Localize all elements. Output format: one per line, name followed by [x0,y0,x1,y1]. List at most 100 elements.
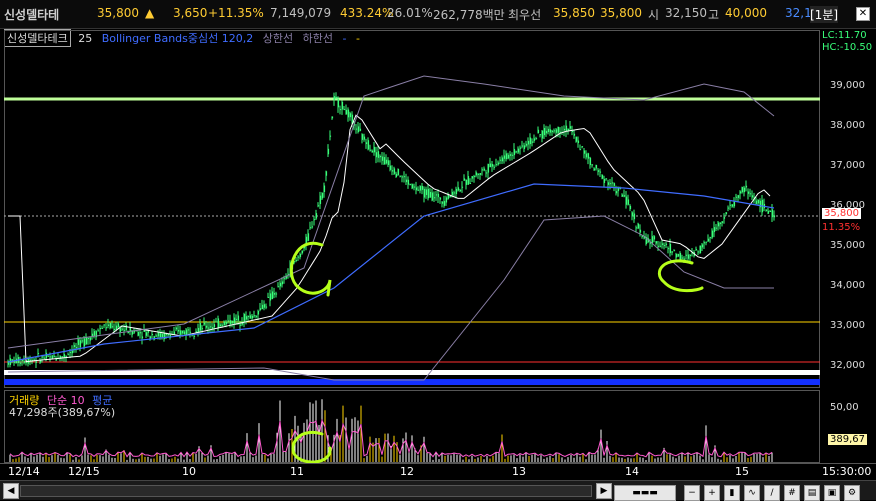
candle-body [139,332,142,334]
price-chart-pane[interactable] [4,30,820,388]
candle-body [587,153,590,159]
candle-body [523,145,526,149]
candle-body [717,222,720,227]
candle-body [119,328,122,333]
volume: 7,149,079 [270,6,332,20]
x-tick: 12/14 [8,465,40,478]
candle-body [737,195,740,198]
candle-body [159,333,162,338]
candle-body [733,201,736,207]
volume-pane[interactable]: 거래량 단순 10 평균 47,298주(389,67%) [4,390,820,463]
candle-body [731,204,734,207]
volume-chart-canvas[interactable] [4,390,820,463]
candle-body [451,191,454,196]
candle-body [77,339,80,345]
candle-body [67,354,70,356]
candle-body [313,219,316,221]
candle-body [299,253,302,258]
candle-body [215,321,218,323]
candle-body [193,335,196,337]
candle-body [531,141,534,143]
chart-toolbar: ▬▬▬ − + ▮ ∿ / # ▤ ▣ ⚙ [614,483,874,501]
candle-body [61,356,64,358]
candle-body [687,254,690,259]
candle-body [653,236,656,240]
candle-body [439,197,442,200]
x-tick-time: 15:30:00 [822,465,872,478]
candle-body [721,221,724,223]
candle-body [741,187,744,193]
candle-body [445,197,448,203]
candle-body [189,331,192,333]
candle-body [505,153,508,160]
candle-body [329,135,332,137]
chart-scrollbar[interactable]: ◀ ▶ ▬▬▬ − + ▮ ∿ / # ▤ ▣ ⚙ [0,480,876,501]
scroll-right-icon[interactable]: ▶ [596,483,612,499]
candle-body [713,227,716,233]
candle-body [403,176,406,178]
candle-body [273,293,276,295]
candle-body [415,187,418,191]
candle-body [97,330,100,332]
candle-body [307,233,310,241]
candle-body [319,195,322,205]
candle-body [547,128,550,133]
candle-body [295,260,298,262]
candle-body [89,337,92,341]
candle-body [309,227,312,229]
candle-body [615,191,618,194]
candle-body [75,347,78,349]
x-tick: 10 [182,465,196,478]
candle-body [301,250,304,254]
candle-body [323,185,326,192]
candle-body [247,315,250,318]
candle-body [333,96,336,101]
candle-body [655,241,658,244]
period-button[interactable]: [1분] [810,6,839,23]
candle-body [249,315,252,319]
price-tick: 34,000 [830,280,865,291]
stock-name[interactable]: 신성델타테 [4,6,59,23]
volume-ratio-tag: 389,67 [828,434,867,445]
candle-body [107,324,110,326]
candle-body [455,188,458,195]
candle-body [463,178,466,181]
price-tick: 35,000 [830,240,865,251]
time-axis: 12/14 12/15 10 11 12 13 14 15 15:30:00 [0,463,876,480]
close-icon[interactable]: ✕ [856,7,870,21]
candle-body [755,200,758,204]
candle-body [489,163,492,168]
candle-body [545,130,548,134]
candle-body [315,213,318,219]
price-chart-canvas[interactable] [4,30,820,388]
candle-body [479,173,482,175]
candle-body [595,164,598,169]
x-tick: 15 [735,465,749,478]
candle-body [521,145,524,147]
candle-body [501,157,504,162]
bollinger-lower-band [7,215,774,381]
bollinger-upper-band [7,75,775,349]
candle-body [499,159,502,161]
candle-body [371,150,374,153]
candle-body [757,199,760,204]
candle-body [461,186,464,188]
candle-body [411,184,414,189]
scroll-left-icon[interactable]: ◀ [3,483,19,499]
candle-body [317,205,320,207]
candle-body [87,337,90,339]
candle-body [657,245,660,247]
candle-body [109,323,112,329]
candle-body [607,182,610,185]
candle-body [629,205,632,210]
candle-body [519,147,522,149]
candle-body [347,109,350,118]
scroll-track[interactable] [20,485,592,497]
candle-body [253,315,256,317]
candle-body [79,340,82,348]
candle-body [391,170,394,172]
price-tick: 37,000 [830,160,865,171]
candle-body [483,168,486,171]
candle-body [209,326,212,328]
candle-body [121,328,124,330]
